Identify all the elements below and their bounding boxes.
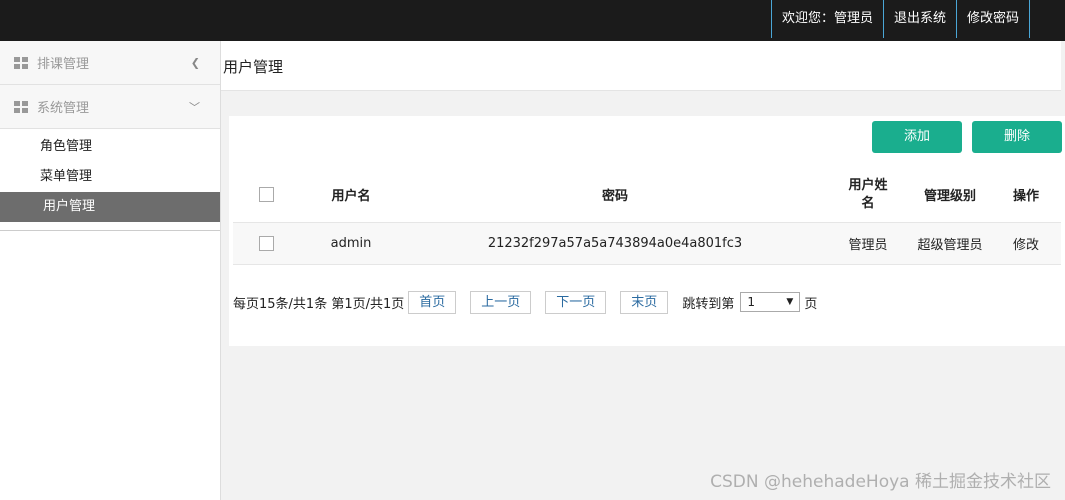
logout-link[interactable]: 退出系统 [882,0,956,38]
row-select-cell [233,221,299,265]
table-row: admin 21232f297a57a5a743894a0e4a801fc3 管… [233,221,1061,265]
menu-group-label: 系统管理 [37,101,90,116]
sidebar-item-users[interactable]: 用户管理 [0,192,220,222]
column-header-level: 管理级别 [923,189,976,205]
column-header-action: 操作 [1012,189,1039,205]
page-header: 用户管理 [221,41,1061,91]
select-all-cell [233,168,299,222]
top-navbar: 欢迎您：管理员 退出系统 修改密码 [0,0,1065,41]
page-select[interactable]: 1 ▼ [740,292,801,312]
prev-page-button[interactable]: 上一页 [470,290,532,314]
next-page-button[interactable]: 下一页 [545,290,607,314]
menu-group-system[interactable]: 系统管理 ﹀ [0,85,220,129]
column-header-password: 密码 [601,189,628,205]
cell-password: 21232f297a57a5a743894a0e4a801fc3 [403,221,827,265]
cell-level: 超级管理员 [909,221,991,265]
edit-link[interactable]: 修改 [991,221,1061,265]
pagination: 每页15条/共1条 第1页/共1页 首页 上一页 下一页 末页 跳转到第 1 ▼… [233,290,1053,314]
add-button[interactable]: 添加 [872,121,962,153]
user-list-panel: 添加 删除 用户名 密码 用户姓名 管理级别 操作 admin 21232f29 [229,116,1065,346]
change-password-link[interactable]: 修改密码 [955,0,1030,38]
menu-group-scheduling[interactable]: 排课管理 ❮ [0,41,220,85]
user-table: 用户名 密码 用户姓名 管理级别 操作 admin 21232f297a57a5… [233,168,1061,265]
sidebar: 排课管理 ❮ 系统管理 ﹀ 角色管理 菜单管理 用户管理 [0,41,221,500]
delete-button[interactable]: 删除 [972,121,1062,153]
system-submenu: 角色管理 菜单管理 用户管理 [0,129,220,231]
first-page-button[interactable]: 首页 [408,290,457,314]
realname-header-line1: 用户姓 [848,177,888,193]
cell-username: admin [299,221,403,265]
page-suffix-label: 页 [804,296,818,312]
select-all-checkbox[interactable] [258,187,274,203]
watermark: CSDN @hehehadeHoya 稀土掘金技术社区 [710,472,1051,492]
grid-icon [14,56,28,69]
caret-down-icon: ▼ [786,297,794,307]
last-page-button[interactable]: 末页 [620,290,669,314]
jump-to-label: 跳转到第 [682,296,735,312]
welcome-user-link[interactable]: 欢迎您：管理员 [770,0,883,38]
row-checkbox[interactable] [258,235,274,251]
menu-group-label: 排课管理 [37,57,90,72]
sidebar-item-roles[interactable]: 角色管理 [0,132,220,162]
column-header-username: 用户名 [331,189,371,205]
table-header-row: 用户名 密码 用户姓名 管理级别 操作 [233,168,1061,222]
pagination-info: 每页15条/共1条 第1页/共1页 [233,296,405,312]
page-select-value: 1 [747,295,755,309]
realname-header-line2: 名 [861,195,875,211]
column-header-realname: 用户姓名 [827,168,909,222]
topbar-links: 欢迎您：管理员 退出系统 修改密码 [770,0,1030,38]
cell-realname: 管理员 [827,221,909,265]
chevron-left-icon: ❮ [190,56,200,69]
grid-icon [14,100,28,113]
page-title: 用户管理 [223,58,284,76]
sidebar-item-menus[interactable]: 菜单管理 [0,162,220,192]
chevron-down-icon: ﹀ [189,100,200,114]
